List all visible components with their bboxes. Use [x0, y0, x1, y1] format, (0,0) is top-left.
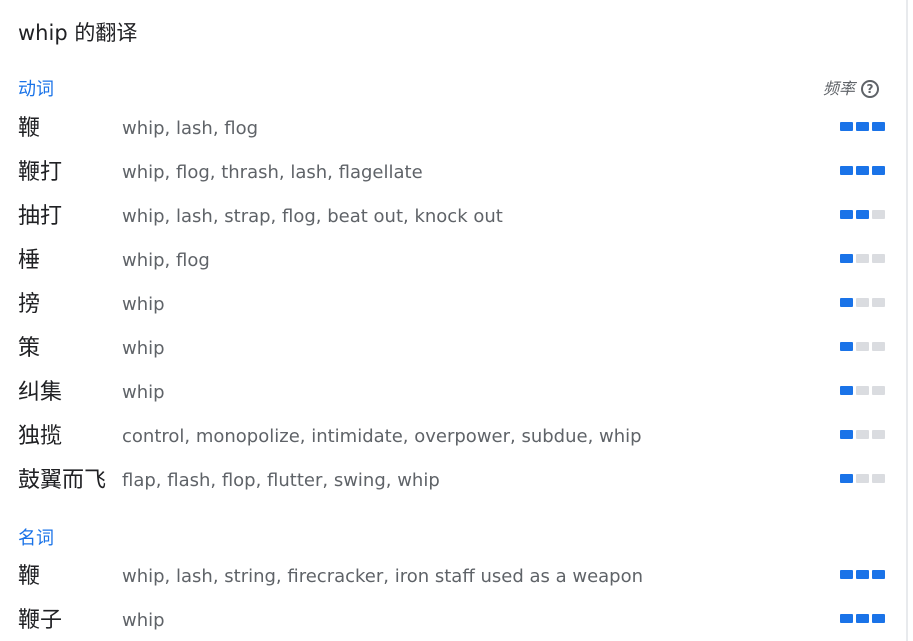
- frequency-bar-filled: [872, 614, 885, 623]
- panel-divider: [906, 0, 908, 641]
- frequency-indicator: [840, 570, 885, 579]
- frequency-indicator: [840, 342, 885, 351]
- translation-synonyms: whip: [122, 610, 165, 631]
- frequency-bar-empty: [856, 474, 869, 483]
- translation-synonyms: whip, flog, thrash, lash, flagellate: [122, 162, 423, 183]
- frequency-header: 频率 ?: [823, 76, 879, 102]
- frequency-bar-empty: [872, 386, 885, 395]
- translation-synonyms: whip: [122, 294, 165, 315]
- help-icon[interactable]: ?: [861, 80, 879, 98]
- translation-term[interactable]: 棰: [18, 239, 40, 283]
- frequency-bar-filled: [872, 570, 885, 579]
- translation-synonyms: whip, lash, strap, flog, beat out, knock…: [122, 206, 503, 227]
- frequency-bar-filled: [856, 570, 869, 579]
- translation-term[interactable]: 鞭: [18, 107, 40, 151]
- panel-title: whip 的翻译: [18, 21, 138, 45]
- frequency-bar-empty: [856, 430, 869, 439]
- translation-row: 鞭 whip, lash, flog: [0, 107, 906, 151]
- pos-label-noun: 名词: [18, 528, 54, 549]
- frequency-bar-filled: [856, 210, 869, 219]
- frequency-bar-empty: [872, 474, 885, 483]
- translation-term[interactable]: 鼓翼而飞: [18, 459, 106, 503]
- frequency-bar-filled: [872, 122, 885, 131]
- translation-term[interactable]: 独揽: [18, 415, 62, 459]
- frequency-indicator: [840, 298, 885, 307]
- frequency-indicator: [840, 386, 885, 395]
- frequency-bar-filled: [872, 166, 885, 175]
- translation-row: 抽打 whip, lash, strap, flog, beat out, kno…: [0, 195, 906, 239]
- frequency-bar-empty: [872, 254, 885, 263]
- pos-label-verb: 动词: [18, 79, 54, 100]
- frequency-indicator: [840, 166, 885, 175]
- frequency-bar-filled: [840, 386, 853, 395]
- translation-row: 鞭 whip, lash, string, firecracker, iron s…: [0, 555, 906, 599]
- translation-row: 策 whip: [0, 327, 906, 371]
- frequency-bar-empty: [856, 386, 869, 395]
- translation-term[interactable]: 鞭打: [18, 151, 62, 195]
- translation-term[interactable]: 搒: [18, 283, 40, 327]
- translation-row: 搒 whip: [0, 283, 906, 327]
- frequency-bar-filled: [840, 570, 853, 579]
- translation-synonyms: control, monopolize, intimidate, overpow…: [122, 426, 642, 447]
- frequency-indicator: [840, 254, 885, 263]
- translation-synonyms: whip, lash, flog: [122, 118, 259, 139]
- translation-row: 独揽 control, monopolize, intimidate, overp…: [0, 415, 906, 459]
- translation-row: 纠集 whip: [0, 371, 906, 415]
- translation-row: 棰 whip, flog: [0, 239, 906, 283]
- translations-panel: whip 的翻译 动词 频率 ? 鞭 whip, lash, flog 鞭打 whip…: [0, 0, 906, 641]
- frequency-bar-empty: [856, 254, 869, 263]
- translation-synonyms: whip, flog: [122, 250, 210, 271]
- translation-term[interactable]: 鞭: [18, 555, 40, 599]
- frequency-bar-filled: [840, 122, 853, 131]
- frequency-bar-filled: [840, 430, 853, 439]
- frequency-bar-filled: [840, 166, 853, 175]
- translation-term[interactable]: 策: [18, 327, 40, 371]
- frequency-bar-empty: [856, 298, 869, 307]
- translation-row: 鞭打 whip, flog, thrash, lash, flagellate: [0, 151, 906, 195]
- translation-synonyms: whip: [122, 338, 165, 359]
- frequency-bar-filled: [856, 614, 869, 623]
- frequency-bar-filled: [840, 210, 853, 219]
- frequency-bar-empty: [872, 342, 885, 351]
- frequency-header-label: 频率: [822, 79, 855, 98]
- frequency-indicator: [840, 614, 885, 623]
- frequency-indicator: [840, 474, 885, 483]
- frequency-bar-filled: [840, 254, 853, 263]
- frequency-bar-filled: [840, 474, 853, 483]
- frequency-bar-empty: [872, 210, 885, 219]
- frequency-indicator: [840, 122, 885, 131]
- translation-term[interactable]: 抽打: [18, 195, 62, 239]
- translation-synonyms: whip, lash, string, firecracker, iron st…: [122, 566, 644, 587]
- frequency-bar-filled: [856, 166, 869, 175]
- translation-synonyms: flap, flash, flop, flutter, swing, whip: [122, 470, 440, 491]
- translation-row: 鼓翼而飞 flap, flash, flop, flutter, swing, w…: [0, 459, 906, 503]
- frequency-indicator: [840, 210, 885, 219]
- translation-synonyms: whip: [122, 382, 165, 403]
- translation-row: 鞭子 whip: [0, 599, 906, 641]
- frequency-indicator: [840, 430, 885, 439]
- frequency-bar-filled: [840, 342, 853, 351]
- translation-term[interactable]: 鞭子: [18, 599, 62, 641]
- frequency-bar-empty: [856, 342, 869, 351]
- frequency-bar-empty: [872, 430, 885, 439]
- translation-term[interactable]: 纠集: [18, 371, 62, 415]
- frequency-bar-filled: [840, 298, 853, 307]
- frequency-bar-empty: [872, 298, 885, 307]
- frequency-bar-filled: [856, 122, 869, 131]
- frequency-bar-filled: [840, 614, 853, 623]
